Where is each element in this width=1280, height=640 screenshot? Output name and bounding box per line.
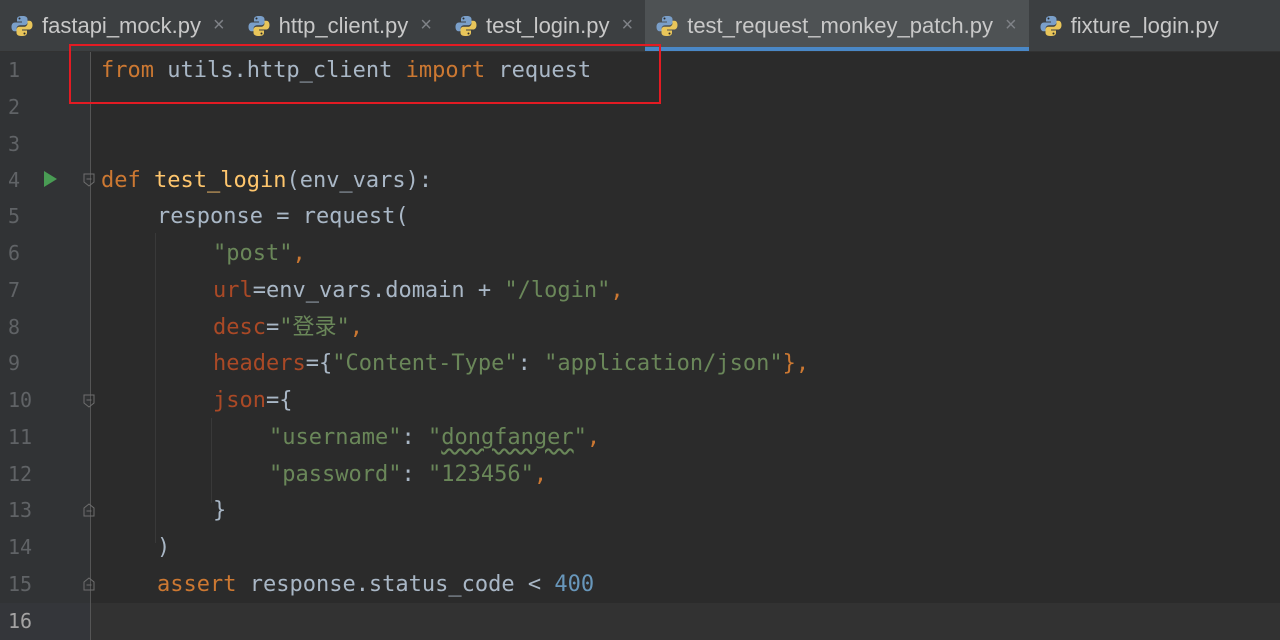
tab-test-request-monkey-patch[interactable]: test_request_monkey_patch.py × [645,0,1030,51]
tab-fixture-login[interactable]: fixture_login.py [1029,0,1231,51]
string-token: "password" [269,462,402,487]
code-line-5: response = request( [157,198,409,235]
code-text: ) [157,535,171,560]
code-text: ={ [265,388,293,413]
line-number: 7 [8,278,21,302]
indent-guide [155,233,156,543]
current-line-highlight [91,603,1280,640]
tab-label: test_request_monkey_patch.py [687,12,993,38]
python-file-icon [455,15,477,36]
close-icon[interactable]: × [622,14,634,37]
run-test-icon[interactable] [44,171,57,187]
line-number: 4 [8,168,21,192]
function-name-token: test_login [154,168,287,193]
tab-label: fixture_login.py [1070,12,1219,38]
code-line-13: } [213,492,226,529]
code-text: =env_vars.domain + [252,278,505,303]
python-file-icon [248,15,270,36]
string-token: "/login" [504,278,611,303]
line-number: 5 [8,204,21,228]
string-token: "post" [213,241,293,266]
code-line-15: assert response.status_code < 400 [157,566,594,603]
python-file-icon [656,15,678,36]
code-text: ={ [305,351,333,376]
line-number: 1 [8,58,21,82]
code-text: : [401,425,428,450]
code-text: response.status_code < [236,572,555,597]
punctuation-token: , [533,462,548,487]
python-file-icon [11,15,33,36]
line-number: 8 [8,315,21,339]
line-number: 15 [8,572,33,596]
code-line-8: desc="登录", [213,309,363,346]
close-icon[interactable]: × [420,14,432,37]
punctuation-token: , [292,241,306,266]
close-icon[interactable]: × [213,14,225,37]
code-text: = [265,315,280,340]
number-token: 400 [554,572,595,597]
code-text: : [517,351,545,376]
tab-label: test_login.py [485,12,610,38]
punctuation-token: , [349,315,363,340]
param-token: desc [213,315,266,340]
line-number: 16 [8,609,33,633]
string-token: "123456" [427,462,534,487]
line-number: 13 [8,498,33,522]
punctuation-token: , [610,278,624,303]
close-icon[interactable]: × [1005,14,1017,37]
tab-label: http_client.py [278,12,409,38]
code-line-6: "post", [213,235,306,272]
gutter-divider [90,52,91,640]
fold-open-icon[interactable] [83,394,95,408]
fold-close-icon[interactable] [83,503,95,517]
line-number: 2 [8,95,21,119]
string-token: "application/json" [544,351,783,376]
line-number: 14 [8,535,33,559]
python-file-icon [1040,15,1062,36]
indent-guide [211,418,212,503]
code-line-7: url=env_vars.domain + "/login", [213,272,624,309]
tab-label: fastapi_mock.py [42,12,201,38]
string-token: "Content-Type" [332,351,518,376]
highlight-annotation-box [69,44,661,104]
code-line-14: ) [157,529,170,566]
line-number: 12 [8,462,33,486]
string-token: " [427,425,442,450]
line-number: 9 [8,351,21,375]
code-text: response = request( [157,204,409,229]
keyword-token: def [101,168,141,193]
string-token: "登录" [279,315,350,340]
line-number: 11 [8,425,33,449]
fold-close-icon[interactable] [83,577,95,591]
line-number: 6 [8,241,21,265]
param-token: headers [213,351,306,376]
string-token: "username" [269,425,402,450]
code-text: } [213,498,227,523]
code-text: : [401,462,428,487]
code-line-11: "username": "dongfanger", [269,419,600,456]
line-number: 10 [8,388,33,412]
code-line-10: json={ [213,382,292,419]
spellcheck-string-token: dongfanger [441,425,574,450]
code-line-4: def test_login(env_vars): [101,162,432,199]
line-number: 3 [8,132,21,156]
code-line-9: headers={"Content-Type": "application/js… [213,345,809,382]
param-token: url [213,278,253,303]
punctuation-token: }, [782,351,810,376]
punctuation-token: , [586,425,601,450]
param-token: json [213,388,266,413]
signature-token: (env_vars): [286,168,433,193]
string-token: " [573,425,587,450]
code-line-12: "password": "123456", [269,456,547,493]
keyword-token: assert [157,572,237,597]
fold-open-icon[interactable] [83,173,95,187]
